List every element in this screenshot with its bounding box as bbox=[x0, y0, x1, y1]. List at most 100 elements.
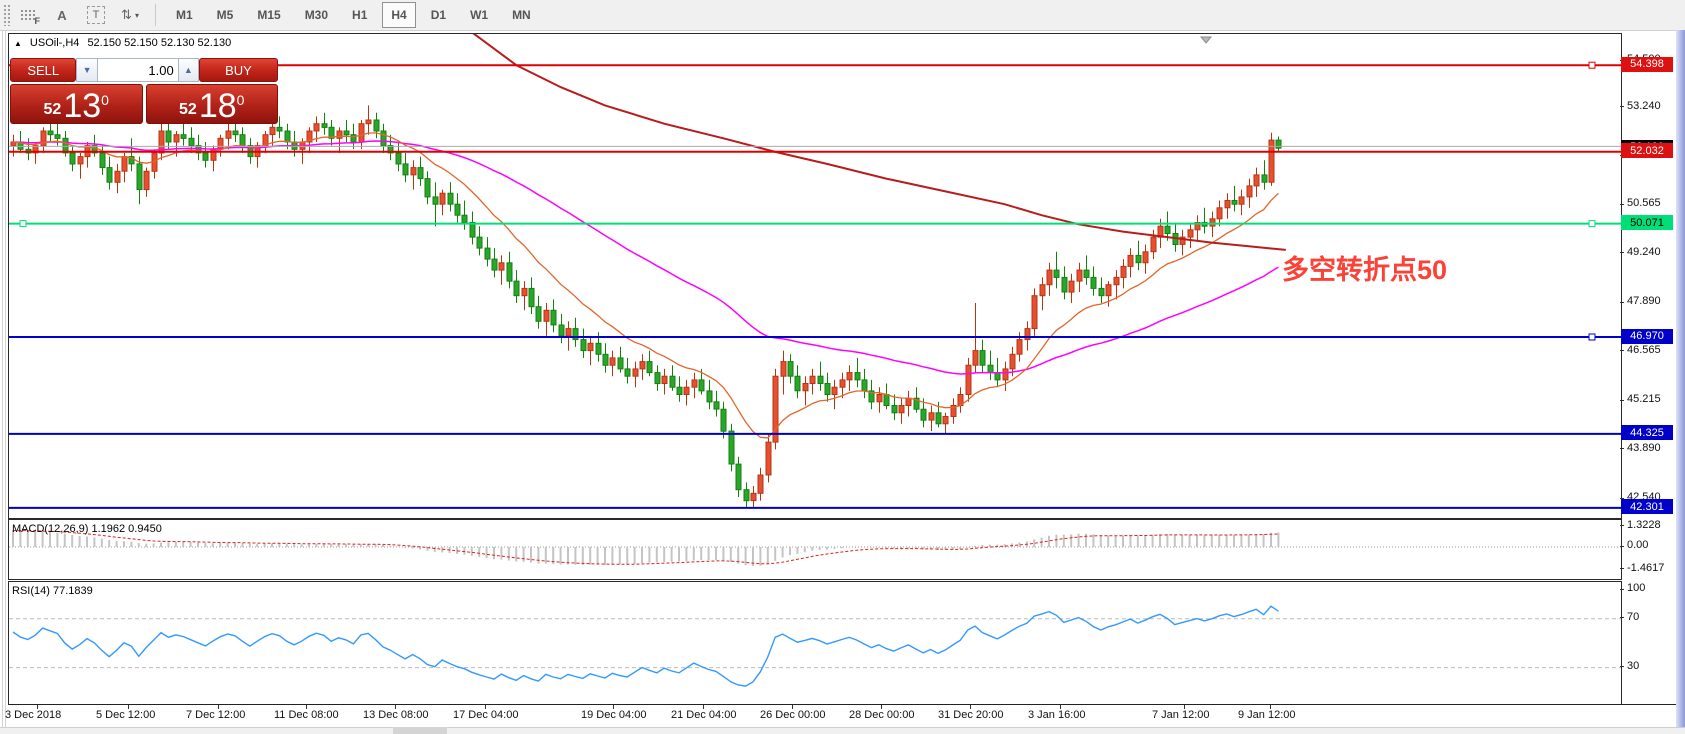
price-tick bbox=[1620, 106, 1624, 107]
macd-tick bbox=[1620, 546, 1624, 547]
window-border-line bbox=[2, 30, 3, 734]
price-badge-50.071: 50.071 bbox=[1621, 215, 1673, 230]
date-label: 3 Dec 2018 bbox=[5, 709, 61, 721]
letter-a-icon: A bbox=[57, 8, 66, 23]
date-tick bbox=[881, 705, 882, 709]
price-tick bbox=[1620, 204, 1624, 205]
date-tick bbox=[37, 705, 38, 709]
buy-button[interactable]: BUY bbox=[199, 58, 278, 82]
window-scroll-strip[interactable] bbox=[1676, 30, 1685, 734]
volume-input[interactable] bbox=[98, 58, 178, 82]
bid-big-digits: 13 bbox=[63, 92, 101, 121]
volume-increase-button[interactable]: ▲ bbox=[178, 58, 199, 82]
date-tick bbox=[792, 705, 793, 709]
macd-panel[interactable] bbox=[8, 519, 1622, 580]
bid-pip-digit: 0 bbox=[101, 93, 109, 107]
timeframe-button-MN[interactable]: MN bbox=[503, 2, 540, 28]
macd-chart bbox=[9, 520, 1621, 579]
date-label: 21 Dec 04:00 bbox=[671, 709, 736, 721]
date-tick bbox=[703, 705, 704, 709]
ask-price-button[interactable]: 52 18 0 bbox=[146, 84, 279, 124]
timeframe-button-M1[interactable]: M1 bbox=[167, 2, 202, 28]
objects-arrows-icon[interactable]: ⇅ ▾ bbox=[117, 3, 143, 27]
rsi-chart bbox=[9, 582, 1621, 704]
timeframe-button-D1[interactable]: D1 bbox=[422, 2, 455, 28]
ask-big-digits: 18 bbox=[199, 92, 237, 121]
mt4-window: F A T ⇅ ▾ M1M5M15 M30H1H4 D1W1MN ▲ USOil-,… bbox=[0, 0, 1685, 734]
macd-label: MACD(12,26,9) 1.1962 0.9450 bbox=[12, 523, 162, 535]
timeframe-button-M30[interactable]: M30 bbox=[296, 2, 337, 28]
rsi-tick-label: 70 bbox=[1627, 611, 1639, 623]
collapse-triangle-icon[interactable]: ▲ bbox=[14, 39, 22, 48]
price-tick bbox=[1620, 252, 1624, 253]
bottom-bar bbox=[0, 727, 1685, 734]
macd-tick-label: -1.4617 bbox=[1627, 562, 1664, 574]
date-label: 3 Jan 16:00 bbox=[1028, 709, 1086, 721]
ohlc-readout: 52.150 52.150 52.130 52.130 bbox=[87, 37, 231, 49]
label-insert-icon[interactable]: T bbox=[83, 3, 109, 27]
macd-tick-label: 0.00 bbox=[1627, 539, 1648, 551]
dotted-grid-icon: F bbox=[20, 9, 36, 21]
date-tick bbox=[613, 705, 614, 709]
date-tick bbox=[485, 705, 486, 709]
text-insert-icon[interactable]: A bbox=[49, 3, 75, 27]
price-tick bbox=[1620, 302, 1624, 303]
date-tick bbox=[1060, 705, 1061, 709]
timeframe-button-H1[interactable]: H1 bbox=[343, 2, 376, 28]
date-label: 7 Jan 12:00 bbox=[1152, 709, 1210, 721]
bid-prefix: 52 bbox=[44, 102, 62, 118]
price-tick bbox=[1620, 448, 1624, 449]
date-label: 5 Dec 12:00 bbox=[96, 709, 155, 721]
rsi-tick bbox=[1620, 617, 1624, 618]
price-tick-label: 45.215 bbox=[1627, 393, 1661, 405]
price-badge-42.301: 42.301 bbox=[1621, 499, 1673, 514]
date-tick bbox=[1270, 705, 1271, 709]
price-tick-label: 46.565 bbox=[1627, 344, 1661, 356]
macd-tick-label: 1.3228 bbox=[1627, 519, 1661, 531]
toolbar-drag-handle[interactable] bbox=[3, 4, 11, 26]
rsi-panel[interactable] bbox=[8, 581, 1622, 705]
symbol-name: USOil-,H4 bbox=[30, 37, 80, 49]
sell-button[interactable]: SELL bbox=[10, 58, 76, 82]
date-tick bbox=[128, 705, 129, 709]
timeframe-button-M5[interactable]: M5 bbox=[208, 2, 243, 28]
macd-tick bbox=[1620, 525, 1624, 526]
window-border-line bbox=[5, 30, 6, 734]
date-label: 26 Dec 00:00 bbox=[760, 709, 825, 721]
volume-decrease-button[interactable]: ▼ bbox=[76, 58, 97, 82]
price-badge-46.970: 46.970 bbox=[1621, 329, 1673, 344]
date-label: 11 Dec 08:00 bbox=[274, 709, 339, 721]
macd-tick bbox=[1620, 568, 1624, 569]
ask-pip-digit: 0 bbox=[237, 93, 245, 107]
price-tick-label: 43.890 bbox=[1627, 442, 1661, 454]
date-label: 7 Dec 12:00 bbox=[186, 709, 245, 721]
rsi-tick bbox=[1620, 589, 1624, 590]
date-label: 9 Jan 12:00 bbox=[1238, 709, 1296, 721]
timeframe-button-W1[interactable]: W1 bbox=[461, 2, 497, 28]
timeframe-button-M15[interactable]: M15 bbox=[248, 2, 289, 28]
chinese-annotation: 多空转折点50 bbox=[1282, 248, 1447, 287]
date-tick bbox=[395, 705, 396, 709]
arrows-icon: ⇅ bbox=[121, 7, 132, 23]
price-tick bbox=[1620, 400, 1624, 401]
date-label: 19 Dec 04:00 bbox=[581, 709, 646, 721]
ask-prefix: 52 bbox=[179, 102, 197, 118]
one-click-trading-widget: SELL ▼ ▲ BUY 52 13 0 52 18 0 bbox=[10, 58, 278, 124]
rsi-tick-label: 30 bbox=[1627, 660, 1639, 672]
rsi-label: RSI(14) 77.1839 bbox=[12, 585, 93, 597]
price-tick-label: 49.240 bbox=[1627, 246, 1661, 258]
rsi-tick bbox=[1620, 666, 1624, 667]
price-tick-label: 50.565 bbox=[1627, 197, 1661, 209]
bid-price-button[interactable]: 52 13 0 bbox=[10, 84, 143, 124]
indicators-grid-icon[interactable]: F bbox=[15, 3, 41, 27]
timeframe-button-H4[interactable]: H4 bbox=[382, 2, 415, 28]
date-tick bbox=[218, 705, 219, 709]
price-tick bbox=[1620, 350, 1624, 351]
time-axis-line bbox=[8, 704, 1676, 705]
date-tick bbox=[306, 705, 307, 709]
bottom-bar-tab[interactable] bbox=[393, 727, 447, 734]
letter-t-icon: T bbox=[87, 6, 105, 24]
price-badge-44.325: 44.325 bbox=[1621, 425, 1673, 440]
price-tick-label: 47.890 bbox=[1627, 295, 1661, 307]
rsi-tick-label: 100 bbox=[1627, 582, 1645, 594]
